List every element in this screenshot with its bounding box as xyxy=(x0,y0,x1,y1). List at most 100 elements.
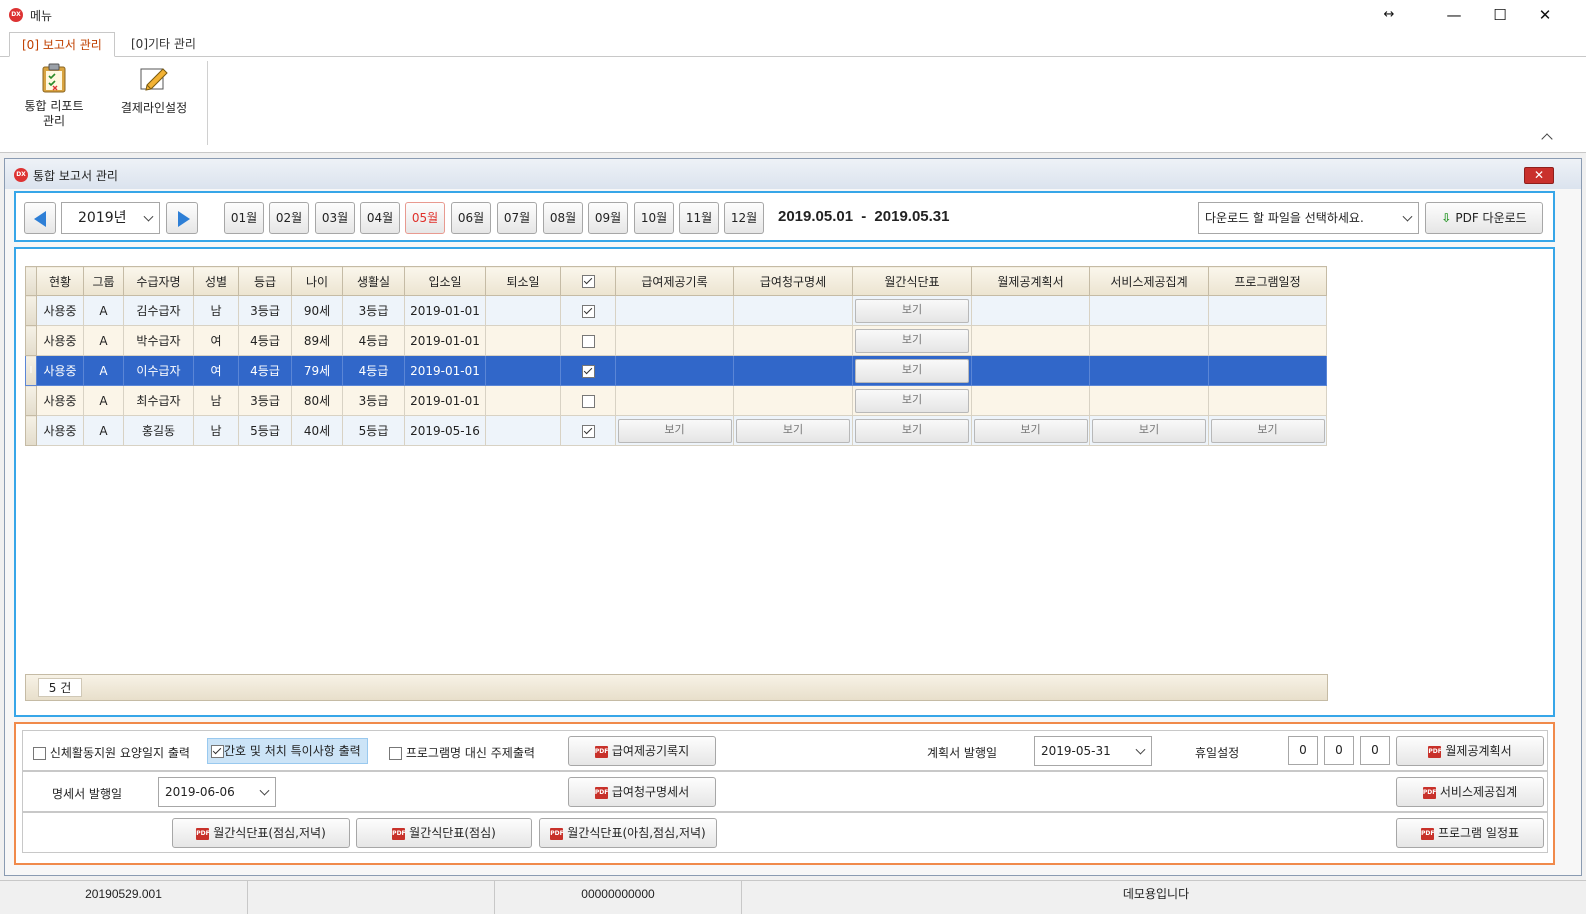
cell-report-0 xyxy=(615,355,734,386)
table-row[interactable]: 사용중 A 홍길동 남 5등급 40세 5등급 2019-05-16 보기 보기 보기 보기 보기 보기 xyxy=(25,415,1327,446)
table-row[interactable]: I 사용중 A 이수급자 여 4등급 79세 4등급 2019-01-01 보기 xyxy=(25,355,1327,386)
row-checkbox-icon[interactable] xyxy=(581,424,595,438)
view-button[interactable]: 보기 xyxy=(855,358,969,383)
child-close-button[interactable]: ✕ xyxy=(1524,167,1554,184)
column-header-grade[interactable]: 등급 xyxy=(238,266,292,296)
cell-check[interactable] xyxy=(560,415,616,446)
view-button[interactable]: 보기 xyxy=(1092,418,1206,443)
column-header-sex[interactable]: 성별 xyxy=(193,266,239,296)
stmt-issue-date-select[interactable]: 2019-06-06 xyxy=(158,777,276,807)
month-button-06[interactable]: 06월 xyxy=(451,202,491,234)
column-header-discharge-date[interactable]: 퇴소일 xyxy=(485,266,561,296)
column-header-program-schedule[interactable]: 프로그램일정 xyxy=(1208,266,1327,296)
month-button-05[interactable]: 05월 xyxy=(405,202,445,234)
view-button[interactable]: 보기 xyxy=(855,388,969,413)
column-header-status[interactable]: 현황 xyxy=(36,266,84,296)
tab-other-management[interactable]: [0]기타 관리 xyxy=(119,32,208,57)
table-row[interactable]: 사용중 A 박수급자 여 4등급 89세 4등급 2019-01-01 보기 xyxy=(25,325,1327,356)
column-header-benefit-record[interactable]: 급여제공기록 xyxy=(615,266,734,296)
cell-check[interactable] xyxy=(560,385,616,416)
checkbox-icon xyxy=(33,747,46,760)
menu-all-meals-button[interactable]: PDF 월간식단표(아침,점심,저녁) xyxy=(539,818,717,848)
benefit-record-button[interactable]: PDF 급여제공기록지 xyxy=(568,736,716,766)
month-button-09[interactable]: 09월 xyxy=(588,202,628,234)
next-year-button[interactable] xyxy=(166,202,198,234)
table-row[interactable]: 사용중 A 김수급자 남 3등급 90세 3등급 2019-01-01 보기 xyxy=(25,295,1327,326)
holiday-input-1[interactable]: 0 xyxy=(1288,736,1318,765)
column-header-monthly-menu[interactable]: 월간식단표 xyxy=(852,266,972,296)
arrow-right-icon xyxy=(178,211,190,227)
cell-check[interactable] xyxy=(560,295,616,326)
monthly-plan-button[interactable]: PDF 월제공계획서 xyxy=(1396,736,1544,766)
row-header[interactable]: I xyxy=(25,355,37,386)
stmt-issue-label: 명세서 발행일 xyxy=(52,787,123,801)
cell-room: 5등급 xyxy=(342,415,405,446)
menu-lunch-dinner-button[interactable]: PDF 월간식단표(점심,저녁) xyxy=(172,818,350,848)
month-button-04[interactable]: 04월 xyxy=(360,202,400,234)
download-file-select[interactable]: 다운로드 할 파일을 선택하세요. xyxy=(1198,202,1419,234)
approval-line-button[interactable]: 결제라인설정 xyxy=(112,63,196,133)
view-button[interactable]: 보기 xyxy=(855,328,969,353)
resize-icon[interactable]: ↔ xyxy=(1366,0,1412,30)
checkbox-nursing-notes[interactable]: 간호 및 처치 특이사항 출력 xyxy=(207,738,368,764)
view-button[interactable]: 보기 xyxy=(736,418,850,443)
view-button[interactable]: 보기 xyxy=(855,418,969,443)
close-button[interactable]: ✕ xyxy=(1522,0,1568,30)
column-header-service-summary[interactable]: 서비스제공집계 xyxy=(1089,266,1209,296)
view-button[interactable]: 보기 xyxy=(617,418,732,443)
row-checkbox-icon[interactable] xyxy=(581,364,595,378)
claim-statement-button[interactable]: PDF 급여청구명세서 xyxy=(568,777,716,807)
row-checkbox-icon[interactable] xyxy=(581,394,595,408)
view-button[interactable]: 보기 xyxy=(973,418,1088,443)
cell-name: 김수급자 xyxy=(123,295,194,326)
column-header-group[interactable]: 그룹 xyxy=(83,266,124,296)
month-button-11[interactable]: 11월 xyxy=(679,202,719,234)
check-all-checkbox-icon[interactable] xyxy=(581,275,595,288)
row-checkbox-icon[interactable] xyxy=(581,304,595,318)
integrated-report-button[interactable]: 통합 리포트 관리 xyxy=(16,63,92,133)
collapse-ribbon-icon[interactable] xyxy=(1541,133,1553,145)
month-button-08[interactable]: 08월 xyxy=(543,202,583,234)
month-button-12[interactable]: 12월 xyxy=(724,202,764,234)
view-button[interactable]: 보기 xyxy=(1210,418,1325,443)
cell-admit: 2019-01-01 xyxy=(404,325,486,356)
row-header[interactable] xyxy=(25,385,37,416)
pdf-download-button[interactable]: ⇩ PDF 다운로드 xyxy=(1425,202,1543,234)
month-button-03[interactable]: 03월 xyxy=(315,202,355,234)
month-button-01[interactable]: 01월 xyxy=(224,202,264,234)
month-button-10[interactable]: 10월 xyxy=(634,202,674,234)
column-header-claim-statement[interactable]: 급여청구명세 xyxy=(733,266,853,296)
column-header-name[interactable]: 수급자명 xyxy=(123,266,194,296)
monthly-plan-label: 월제공계획서 xyxy=(1445,744,1512,758)
cell-room: 4등급 xyxy=(342,355,405,386)
month-button-02[interactable]: 02월 xyxy=(269,202,309,234)
prev-year-button[interactable] xyxy=(24,202,56,234)
program-schedule-button[interactable]: PDF 프로그램 일정표 xyxy=(1396,818,1544,848)
column-header-room[interactable]: 생활실 xyxy=(342,266,405,296)
view-button[interactable]: 보기 xyxy=(855,298,969,323)
table-row[interactable]: 사용중 A 최수급자 남 3등급 80세 3등급 2019-01-01 보기 xyxy=(25,385,1327,416)
row-header[interactable] xyxy=(25,325,37,356)
holiday-input-3[interactable]: 0 xyxy=(1360,736,1390,765)
year-select[interactable]: 2019년 xyxy=(61,202,160,234)
column-header-monthly-plan[interactable]: 월제공계획서 xyxy=(971,266,1090,296)
tab-report-management[interactable]: [0] 보고서 관리 xyxy=(9,32,115,57)
column-header-admit-date[interactable]: 입소일 xyxy=(404,266,486,296)
checkbox-body-activity-log[interactable]: 신체활동지원 요양일지 출력 xyxy=(33,744,190,761)
checkbox-subject-print[interactable]: 프로그램명 대신 주제출력 xyxy=(389,744,535,761)
cell-check[interactable] xyxy=(560,325,616,356)
column-header-age[interactable]: 나이 xyxy=(291,266,343,296)
minimize-button[interactable]: — xyxy=(1431,0,1477,30)
row-header[interactable] xyxy=(25,295,37,326)
plan-issue-date-select[interactable]: 2019-05-31 xyxy=(1034,736,1152,766)
service-summary-button[interactable]: PDF 서비스제공집계 xyxy=(1396,777,1544,807)
month-button-07[interactable]: 07월 xyxy=(497,202,537,234)
cell-check[interactable] xyxy=(560,355,616,386)
holiday-input-2[interactable]: 0 xyxy=(1324,736,1354,765)
row-header[interactable] xyxy=(25,415,37,446)
menu-lunch-button[interactable]: PDF 월간식단표(점심) xyxy=(356,818,532,848)
row-checkbox-icon[interactable] xyxy=(581,334,595,348)
cell-sex: 여 xyxy=(193,325,239,356)
column-header-check-all[interactable] xyxy=(560,266,616,296)
maximize-button[interactable]: ☐ xyxy=(1477,0,1523,30)
